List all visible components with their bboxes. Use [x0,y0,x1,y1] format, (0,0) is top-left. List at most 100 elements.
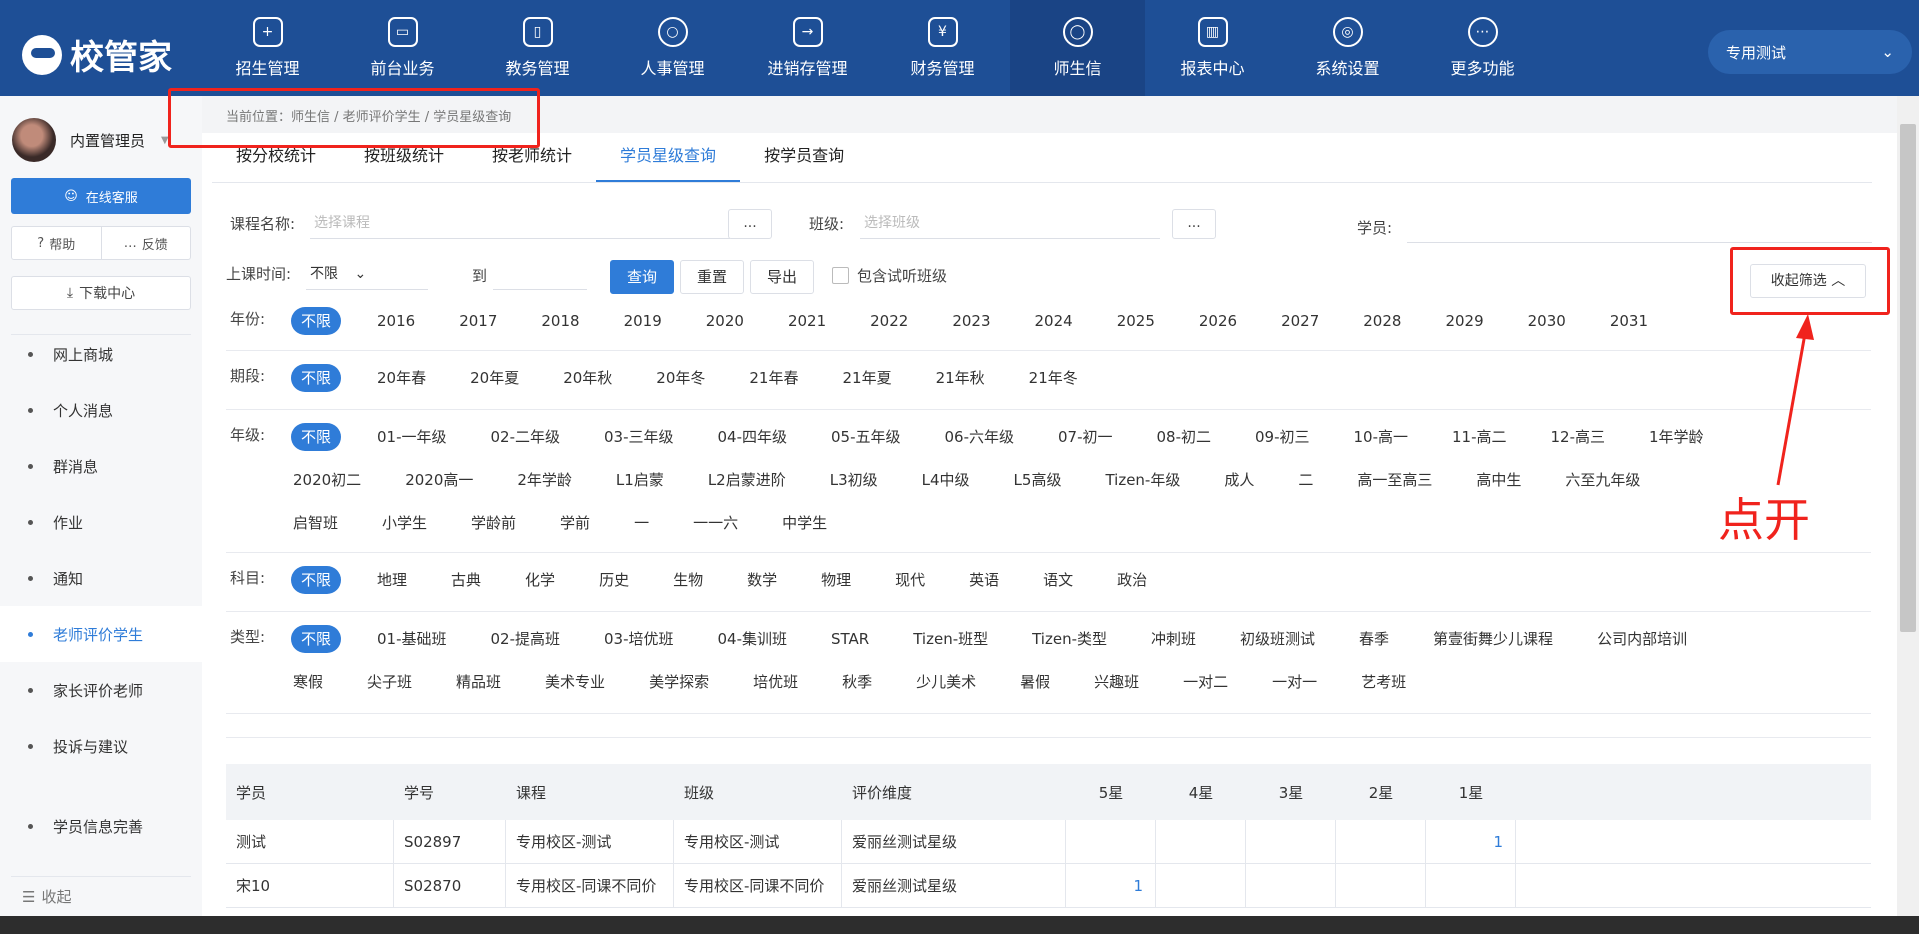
filter-option-grade[interactable]: 10-高一 [1352,420,1411,454]
filter-option-subject[interactable]: 英语 [967,563,1001,597]
nav-item-8[interactable]: ◎ 系统设置 [1280,0,1415,96]
filter-option-grade[interactable]: 中学生 [780,506,829,540]
filter-option-year[interactable]: 不限 [291,307,342,335]
filter-option-grade[interactable]: 学龄前 [469,506,518,540]
filter-option-grade[interactable]: 学前 [558,506,592,540]
scrollbar-thumb[interactable] [1900,124,1916,632]
filter-option-type[interactable]: 01-基础班 [375,622,449,656]
table-header-cell[interactable]: 2星 [1336,764,1426,820]
nav-item-3[interactable]: ○ 人事管理 [605,0,740,96]
filter-option-year[interactable]: 2027 [1279,304,1321,338]
filter-option-grade[interactable]: 成人 [1222,463,1256,497]
sidebar-item-6[interactable]: 家长评价老师 [0,662,202,718]
filter-option-type[interactable]: 第壹街舞少儿课程 [1431,622,1555,656]
filter-option-year[interactable]: 2019 [622,304,664,338]
filter-option-subject[interactable]: 不限 [291,566,342,594]
filter-option-grade[interactable]: 02-二年级 [489,420,563,454]
course-input[interactable]: 选择课程 [310,209,730,239]
filter-option-term[interactable]: 20年春 [375,361,428,395]
filter-option-type[interactable]: 春季 [1357,622,1391,656]
filter-option-grade[interactable]: 1年学龄 [1647,420,1706,454]
filter-option-year[interactable]: 2030 [1526,304,1568,338]
table-header-cell[interactable]: 5星 [1066,764,1156,820]
filter-option-year[interactable]: 2020 [704,304,746,338]
filter-option-term[interactable]: 21年春 [747,361,800,395]
filter-option-type[interactable]: 秋季 [840,665,874,699]
filter-option-subject[interactable]: 地理 [375,563,409,597]
filter-option-type[interactable]: 兴趣班 [1092,665,1141,699]
filter-option-term[interactable]: 不限 [291,364,342,392]
filter-option-type[interactable]: STAR [829,622,871,656]
nav-item-2[interactable]: ▯ 教务管理 [470,0,605,96]
table-header-cell[interactable]: 评价维度 [842,764,1066,820]
student-input[interactable] [1407,213,1872,243]
table-cell[interactable]: 1 [1066,864,1156,907]
filter-option-type[interactable]: 少儿美术 [914,665,978,699]
table-header-cell[interactable]: 课程 [506,764,674,820]
filter-option-year[interactable]: 2031 [1608,304,1650,338]
filter-option-grade[interactable]: 2年学龄 [515,463,574,497]
filter-option-type[interactable]: Tizen-类型 [1030,622,1109,656]
filter-option-grade[interactable]: 一 [632,506,651,540]
filter-option-year[interactable]: 2026 [1197,304,1239,338]
filter-option-term[interactable]: 21年秋 [934,361,987,395]
class-picker-button[interactable]: ... [1172,209,1216,239]
class-time-end-input[interactable] [493,260,587,290]
filter-option-type[interactable]: 初级班测试 [1238,622,1317,656]
filter-option-term[interactable]: 20年夏 [468,361,521,395]
table-header-cell[interactable]: 学号 [394,764,506,820]
filter-option-year[interactable]: 2021 [786,304,828,338]
filter-option-type[interactable]: 美术专业 [543,665,607,699]
filter-option-year[interactable]: 2025 [1115,304,1157,338]
filter-option-grade[interactable]: 06-六年级 [943,420,1017,454]
filter-option-subject[interactable]: 历史 [597,563,631,597]
sidebar-item-5[interactable]: 老师评价学生 [0,606,202,662]
filter-option-type[interactable]: 艺考班 [1359,665,1408,699]
table-row[interactable]: 测试 S02897 专用校区-测试 专用校区-测试 爱丽丝测试星级 1 [226,820,1871,864]
avatar[interactable] [12,118,56,162]
filter-option-grade[interactable]: 小学生 [380,506,429,540]
reset-button[interactable]: 重置 [680,260,744,294]
filter-option-grade[interactable]: 07-初一 [1056,420,1115,454]
filter-option-type[interactable]: 04-集训班 [716,622,790,656]
filter-option-year[interactable]: 2024 [1033,304,1075,338]
filter-option-grade[interactable]: 高中生 [1474,463,1523,497]
filter-option-grade[interactable]: L3初级 [828,463,880,497]
filter-option-grade[interactable]: Tizen-年级 [1103,463,1182,497]
collapse-sidebar-button[interactable]: ☰ 收起 [22,886,71,907]
table-header-cell[interactable]: 学员 [226,764,394,820]
filter-option-year[interactable]: 2023 [950,304,992,338]
filter-option-grade[interactable]: 04-四年级 [716,420,790,454]
course-picker-button[interactable]: ... [728,209,772,239]
class-time-start-select[interactable]: 不限 ⌄ [306,260,428,290]
filter-option-grade[interactable]: 不限 [291,423,342,451]
filter-option-type[interactable]: 02-提高班 [489,622,563,656]
table-header-cell[interactable]: 1星 [1426,764,1516,820]
nav-item-7[interactable]: ▥ 报表中心 [1145,0,1280,96]
campus-select[interactable]: 专用测试 ⌄ [1708,30,1912,74]
filter-option-type[interactable]: Tizen-班型 [911,622,990,656]
sidebar-item-1[interactable]: 个人消息 [0,382,202,438]
filter-option-subject[interactable]: 现代 [893,563,927,597]
filter-option-subject[interactable]: 数学 [745,563,779,597]
sidebar-item-4[interactable]: 通知 [0,550,202,606]
filter-option-grade[interactable]: 09-初三 [1253,420,1312,454]
filter-option-type[interactable]: 尖子班 [365,665,414,699]
nav-item-6[interactable]: ◯ 师生信 [1010,0,1145,96]
filter-option-term[interactable]: 20年秋 [561,361,614,395]
table-row[interactable]: 宋10 S02870 专用校区-同课不同价 专用校区-同课不同价 爱丽丝测试星级 1 [226,864,1871,908]
include-trial-checkbox[interactable] [832,267,849,284]
table-header-cell[interactable]: 4星 [1156,764,1246,820]
filter-option-grade[interactable]: 一一六 [691,506,740,540]
table-header-cell[interactable]: 班级 [674,764,842,820]
filter-option-year[interactable]: 2029 [1443,304,1485,338]
tab-3[interactable]: 学员星级查询 [596,133,741,182]
filter-option-year[interactable]: 2016 [375,304,417,338]
filter-option-subject[interactable]: 化学 [523,563,557,597]
class-input[interactable]: 选择班级 [860,209,1160,239]
filter-option-type[interactable]: 03-培优班 [602,622,676,656]
filter-option-subject[interactable]: 语文 [1041,563,1075,597]
query-button[interactable]: 查询 [610,260,674,294]
filter-option-type[interactable]: 一对一 [1270,665,1319,699]
filter-option-grade[interactable]: 六至九年级 [1563,463,1642,497]
